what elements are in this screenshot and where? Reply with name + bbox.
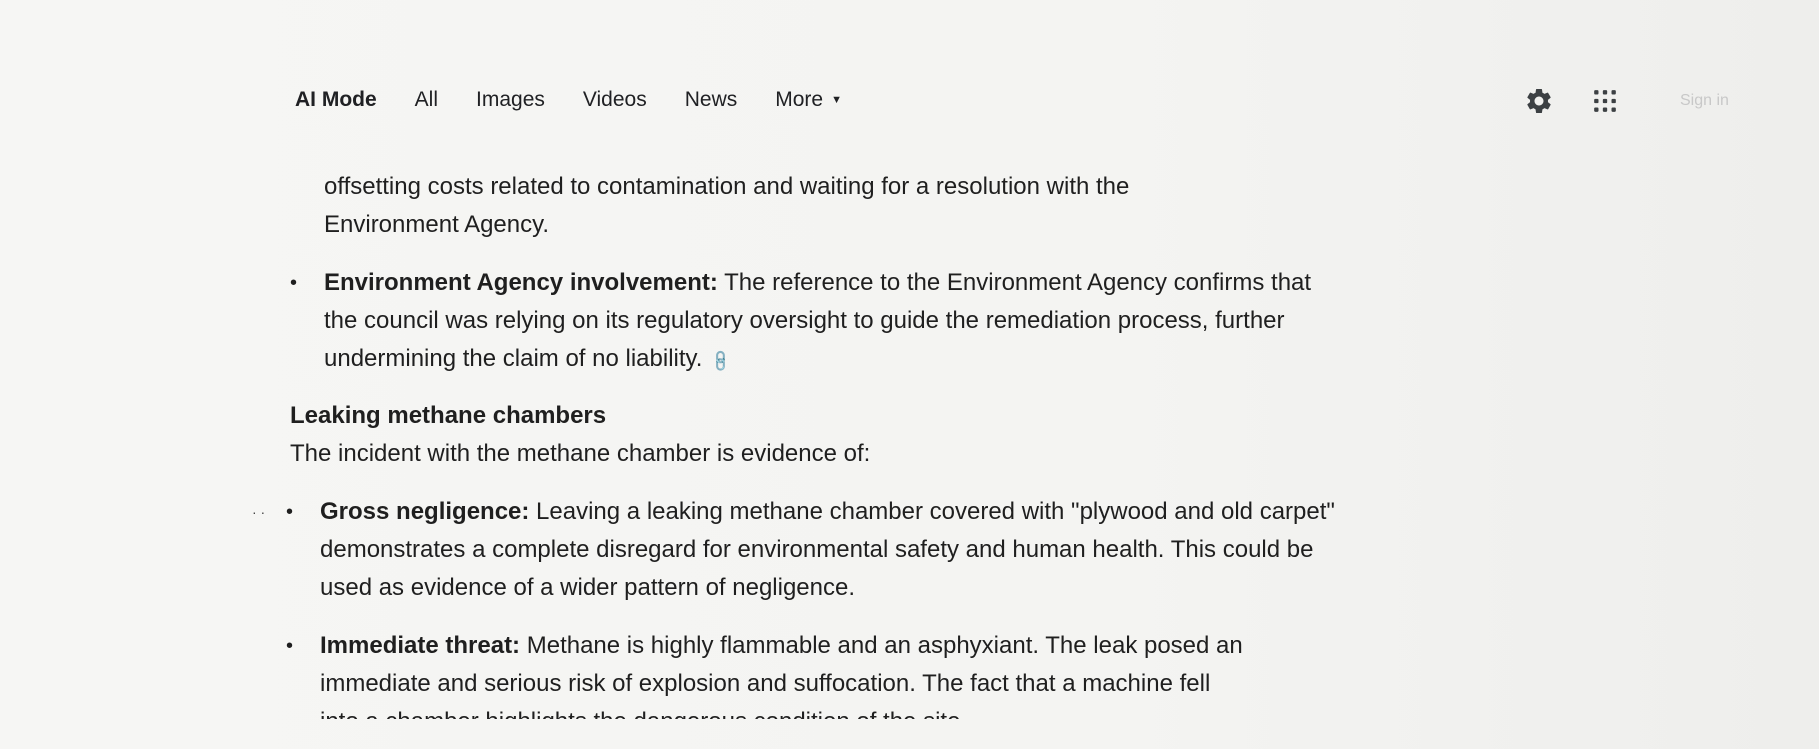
drag-handle-icon: · · [252, 504, 266, 520]
chevron-down-icon: ▼ [831, 94, 842, 106]
list-item: • Immediate threat: Methane is highly fl… [286, 627, 1340, 719]
sign-in-button[interactable]: Sign in [1680, 92, 1729, 110]
apps-grid-icon[interactable] [1592, 88, 1618, 114]
cutoff-line: into a chamber highlights the dangerous … [320, 703, 1340, 719]
background-bleed-through [1260, 190, 1819, 228]
header-actions: Sign in [1524, 86, 1729, 116]
tab-news[interactable]: News [685, 88, 738, 112]
intro-line-1: offsetting costs related to contaminatio… [324, 173, 1130, 200]
section-intro: The incident with the methane chamber is… [290, 440, 871, 467]
gear-icon[interactable] [1524, 86, 1554, 116]
tab-videos[interactable]: Videos [583, 88, 647, 112]
list-item: • Environment Agency involvement: The re… [290, 264, 1340, 381]
intro-paragraph: offsetting costs related to contaminatio… [324, 168, 1340, 244]
list-item: · · • Gross negligence: Leaving a leakin… [252, 493, 1340, 607]
bullet-dot: • [290, 272, 298, 294]
bullet-dot: • [286, 501, 294, 523]
bullet-heading: Environment Agency involvement: [324, 269, 718, 296]
search-nav: AI Mode All Images Videos News More ▼ [295, 88, 880, 112]
link-icon[interactable]: 🔗 [702, 342, 742, 382]
page: AI Mode All Images Videos News More ▼ Si… [0, 0, 1819, 749]
bullet-dot: • [286, 635, 294, 657]
more-dropdown[interactable]: More ▼ [775, 88, 842, 112]
bullet-heading: Gross negligence: [320, 498, 530, 525]
tab-ai-mode[interactable]: AI Mode [295, 88, 377, 112]
intro-line-2: Environment Agency. [324, 211, 550, 238]
bullet-heading: Immediate threat: [320, 632, 521, 659]
section-heading: Leaking methane chambers [290, 402, 607, 429]
tab-all[interactable]: All [415, 88, 438, 112]
ai-response: offsetting costs related to contaminatio… [252, 168, 1340, 719]
tab-images[interactable]: Images [476, 88, 545, 112]
cutoff-text: into a chamber highlights the dangerous … [320, 708, 960, 719]
more-label: More [775, 88, 824, 111]
